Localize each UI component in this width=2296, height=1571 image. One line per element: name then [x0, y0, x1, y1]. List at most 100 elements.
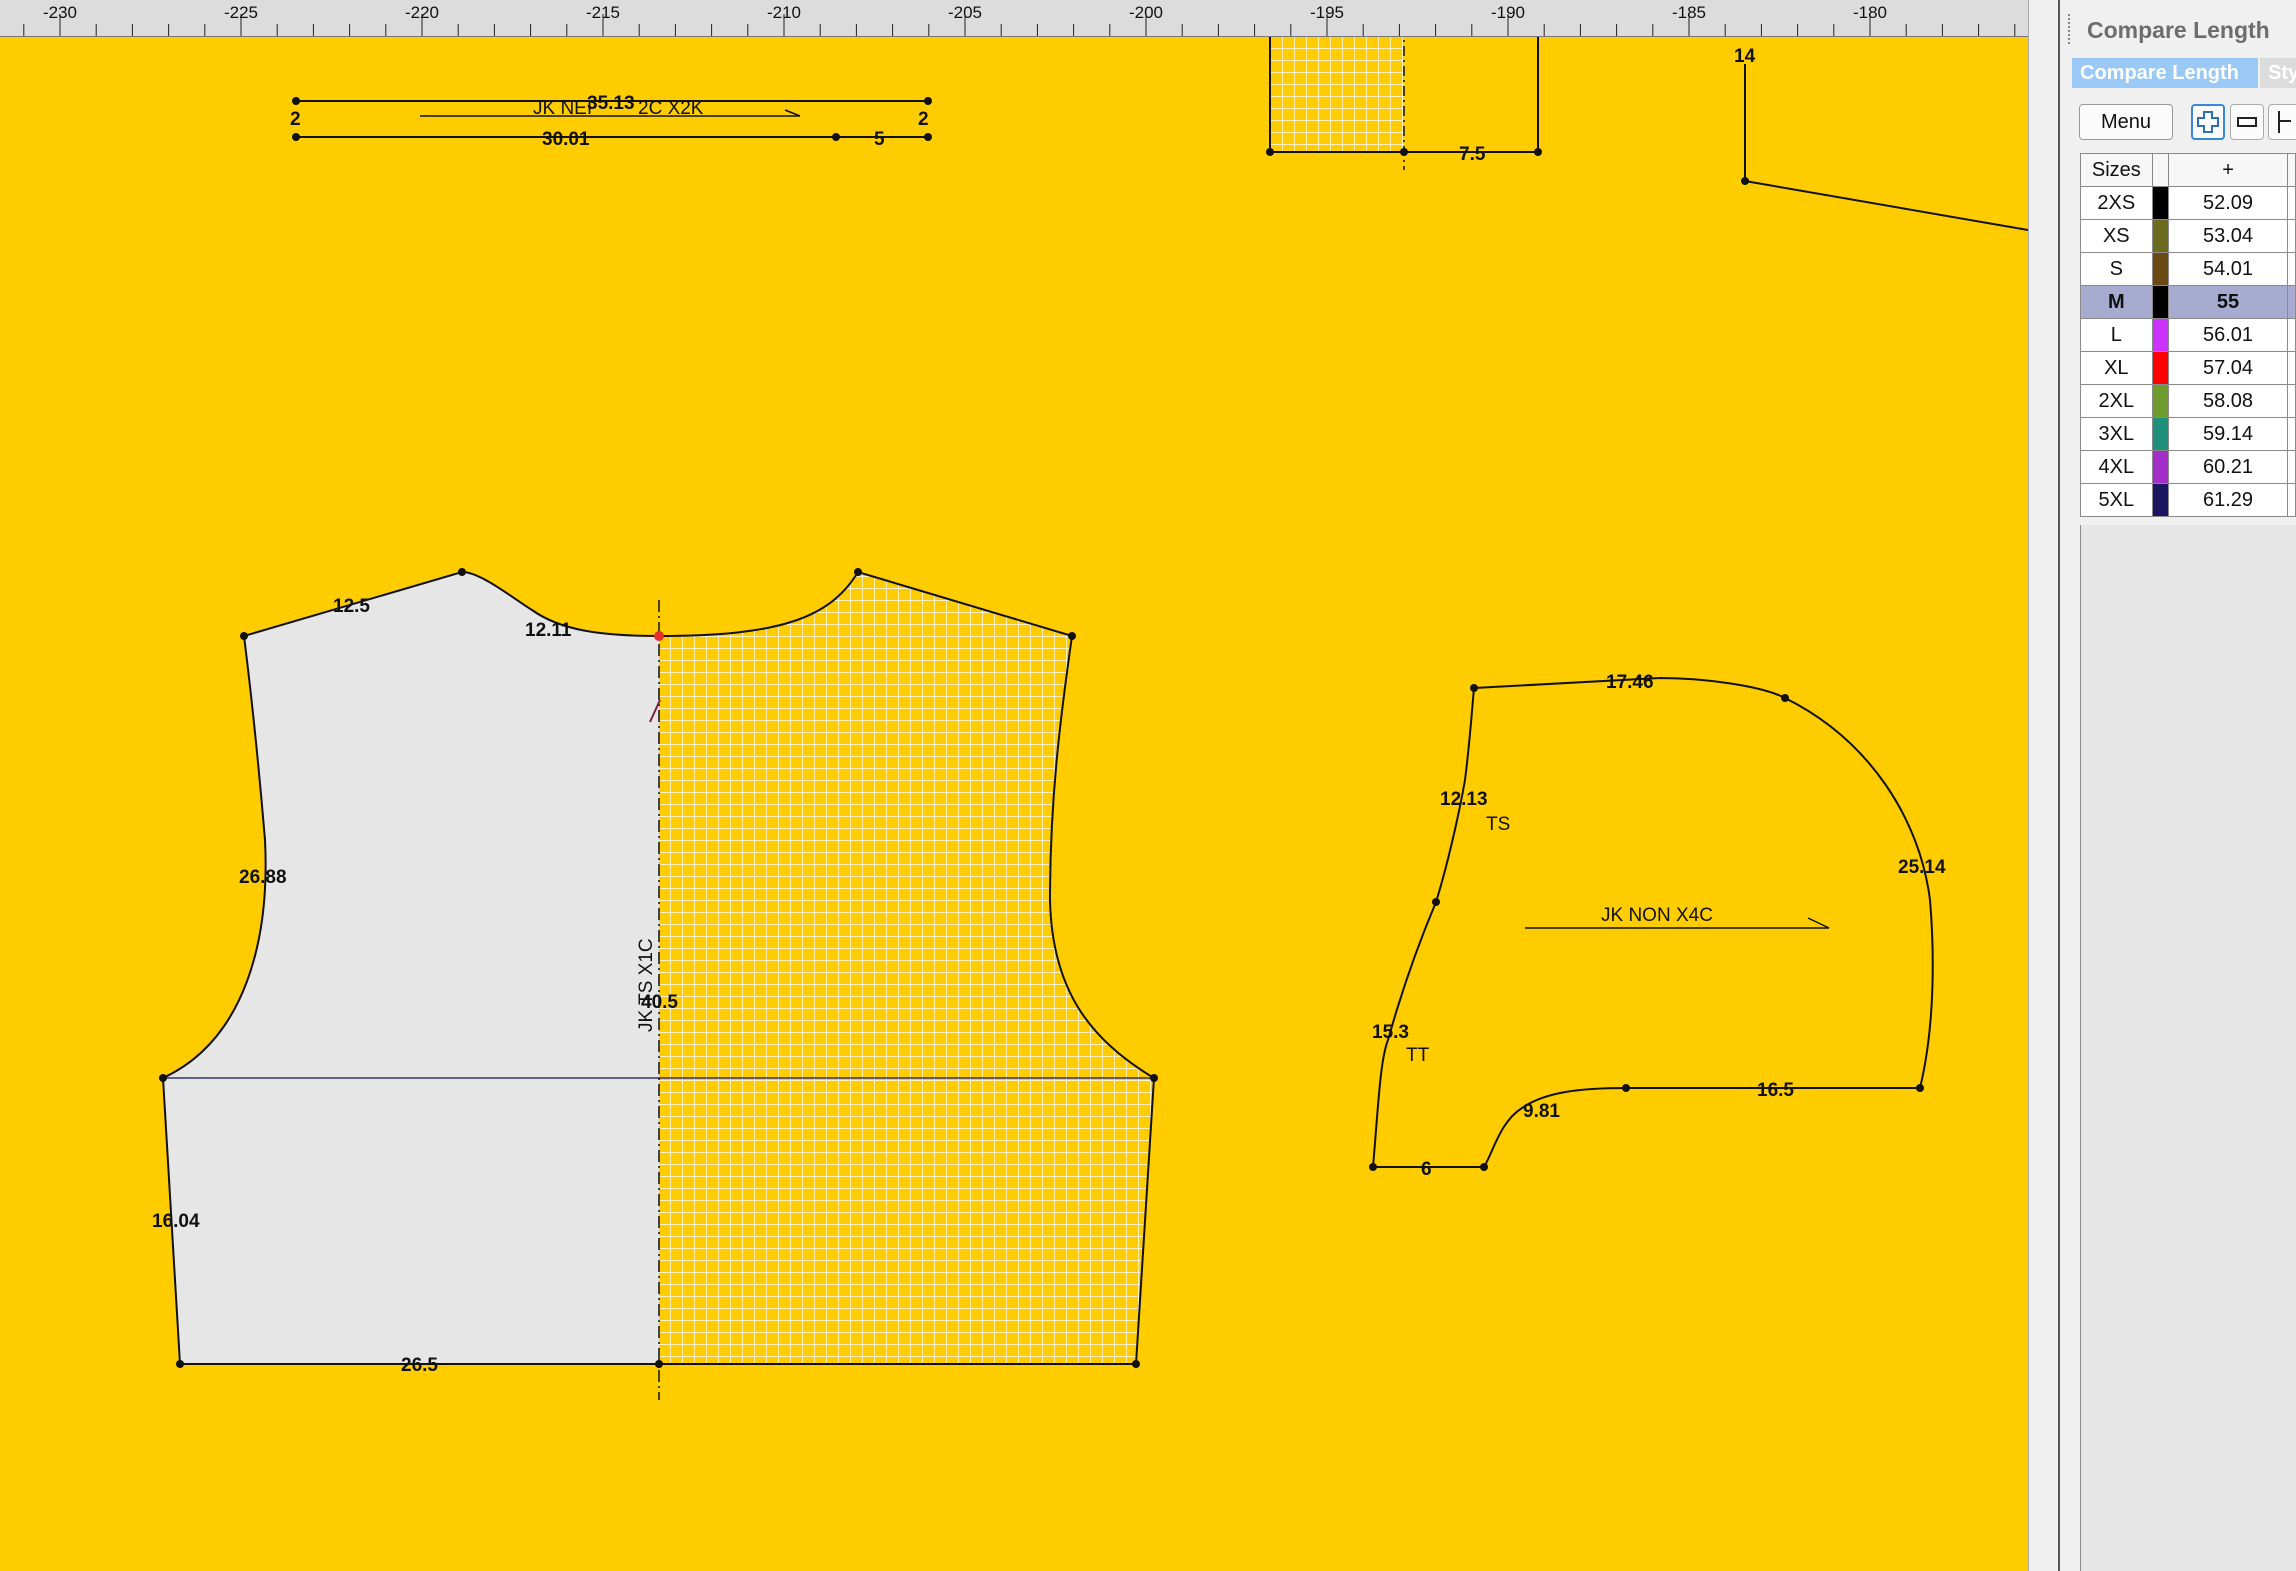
- tab-compare-length[interactable]: Compare Length: [2072, 58, 2258, 88]
- ruler-tick-label: -185: [1671, 3, 1707, 22]
- extra-cell[interactable]: [2287, 417, 2296, 451]
- size-cell[interactable]: 2XL: [2080, 384, 2153, 418]
- extra-cell[interactable]: [2287, 285, 2296, 319]
- dim-label: 14: [1734, 46, 1756, 67]
- note-label: TS: [1486, 814, 1510, 835]
- dim-label: 40.5: [641, 992, 678, 1013]
- ruler-tick-label: -210: [766, 3, 802, 22]
- size-cell[interactable]: XS: [2080, 219, 2153, 253]
- length-value-cell[interactable]: 55: [2167, 285, 2289, 319]
- top-right-piece[interactable]: 14: [1734, 46, 2028, 231]
- add-size-button[interactable]: [2191, 104, 2225, 140]
- top-mid-piece[interactable]: 7.5: [1266, 26, 1542, 170]
- sleeve-piece[interactable]: JK NON X4C 17.46 12.13 25.14 15.3 9.81 1…: [1369, 672, 1946, 1180]
- bodice-piece[interactable]: JK TS X1C 12.5 12.11 26.88 40.5 16.04 26…: [152, 568, 1158, 1400]
- table-header-row: Sizes +: [2080, 153, 2296, 187]
- extra-cell[interactable]: [2287, 450, 2296, 484]
- length-value-cell[interactable]: 52.09: [2167, 186, 2289, 220]
- extra-cell[interactable]: [2287, 483, 2296, 517]
- size-cell[interactable]: XL: [2080, 351, 2153, 385]
- extra-cell[interactable]: [2287, 219, 2296, 253]
- piece-label: JK NON X4C: [1601, 905, 1713, 926]
- column-header[interactable]: [2151, 153, 2169, 187]
- size-cell[interactable]: 5XL: [2080, 483, 2153, 517]
- length-value-cell[interactable]: 56.01: [2167, 318, 2289, 352]
- size-cell[interactable]: L: [2080, 318, 2153, 352]
- size-cell[interactable]: 3XL: [2080, 417, 2153, 451]
- extra-cell[interactable]: [2287, 318, 2296, 352]
- length-value-cell[interactable]: 58.08: [2167, 384, 2289, 418]
- pin-icon: [2278, 111, 2291, 133]
- dim-label: 7.5: [1459, 144, 1486, 165]
- plus-icon: [2197, 111, 2219, 133]
- table-row[interactable]: XL 57.04: [2080, 351, 2296, 385]
- dim-label: 17.46: [1606, 672, 1654, 693]
- length-value-cell[interactable]: 60.21: [2167, 450, 2289, 484]
- pin-tool-button[interactable]: [2268, 104, 2296, 140]
- size-cell[interactable]: M: [2080, 285, 2153, 319]
- table-row[interactable]: 3XL 59.14: [2080, 417, 2296, 451]
- length-value-cell[interactable]: 54.01: [2167, 252, 2289, 286]
- compare-length-panel: Compare Length Compare Length Style Menu…: [2060, 0, 2296, 1571]
- remove-size-button[interactable]: [2230, 104, 2264, 140]
- piece-label: 2C X2K: [638, 98, 704, 119]
- size-color-swatch[interactable]: [2151, 186, 2169, 220]
- size-color-swatch[interactable]: [2151, 384, 2169, 418]
- ruler-tick-label: -180: [1852, 3, 1888, 22]
- pattern-drawing[interactable]: 2 JK NEI 35.13 2C X2K 2 30.01 5 7.5 14 J…: [0, 0, 2028, 1571]
- table-row[interactable]: S 54.01: [2080, 252, 2296, 286]
- extra-cell[interactable]: [2287, 252, 2296, 286]
- tab-style[interactable]: Style: [2260, 58, 2296, 88]
- piece-label: JK NEI: [533, 98, 592, 119]
- menu-button[interactable]: Menu: [2079, 104, 2173, 140]
- piece-label: JK TS X1C: [636, 938, 657, 1032]
- horizontal-ruler[interactable]: -230 -225 -220 -215 -210 -205 -200 -195 -190 -185…: [0, 0, 2028, 37]
- size-color-swatch[interactable]: [2151, 417, 2169, 451]
- panel-title: Compare Length: [2087, 17, 2270, 43]
- dim-label: 25.14: [1898, 857, 1946, 878]
- column-header[interactable]: +: [2167, 153, 2289, 187]
- canvas-scrollbar[interactable]: [2028, 0, 2060, 1571]
- size-color-swatch[interactable]: [2151, 483, 2169, 517]
- size-color-swatch[interactable]: [2151, 351, 2169, 385]
- extra-cell[interactable]: [2287, 384, 2296, 418]
- length-value-cell[interactable]: 53.04: [2167, 219, 2289, 253]
- minus-icon: [2237, 117, 2257, 127]
- pattern-canvas[interactable]: 2 JK NEI 35.13 2C X2K 2 30.01 5 7.5 14 J…: [0, 0, 2028, 1571]
- size-cell[interactable]: 2XS: [2080, 186, 2153, 220]
- dim-label: 26.88: [239, 867, 287, 888]
- column-header[interactable]: Sizes: [2080, 153, 2153, 187]
- length-value-cell[interactable]: 57.04: [2167, 351, 2289, 385]
- table-row[interactable]: 4XL 60.21: [2080, 450, 2296, 484]
- dim-label: 9.81: [1523, 1101, 1560, 1122]
- panel-titlebar[interactable]: Compare Length: [2060, 0, 2296, 58]
- size-color-swatch[interactable]: [2151, 219, 2169, 253]
- size-color-swatch[interactable]: [2151, 252, 2169, 286]
- dim-label: 5: [874, 129, 885, 150]
- size-cell[interactable]: S: [2080, 252, 2153, 286]
- table-row[interactable]: M 55: [2080, 285, 2296, 319]
- table-row[interactable]: 5XL 61.29: [2080, 483, 2296, 517]
- dim-label: 6: [1421, 1159, 1432, 1180]
- length-value-cell[interactable]: 61.29: [2167, 483, 2289, 517]
- column-header[interactable]: [2287, 153, 2296, 187]
- ruler-tick-label: -195: [1309, 3, 1345, 22]
- table-row[interactable]: XS 53.04: [2080, 219, 2296, 253]
- table-row[interactable]: 2XL 58.08: [2080, 384, 2296, 418]
- extra-cell[interactable]: [2287, 186, 2296, 220]
- size-color-swatch[interactable]: [2151, 450, 2169, 484]
- panel-tabs: Compare Length Style: [2072, 58, 2296, 90]
- table-row[interactable]: 2XS 52.09: [2080, 186, 2296, 220]
- length-value-cell[interactable]: 59.14: [2167, 417, 2289, 451]
- size-cell[interactable]: 4XL: [2080, 450, 2153, 484]
- size-color-swatch[interactable]: [2151, 318, 2169, 352]
- table-row[interactable]: L 56.01: [2080, 318, 2296, 352]
- extra-cell[interactable]: [2287, 351, 2296, 385]
- size-color-swatch[interactable]: [2151, 285, 2169, 319]
- ruler-tick-label: -225: [223, 3, 259, 22]
- dim-label: 35.13: [587, 93, 635, 114]
- dim-label: 16.04: [152, 1211, 200, 1232]
- panel-toolbar: Menu: [2060, 96, 2296, 148]
- top-left-piece[interactable]: 2 JK NEI 35.13 2C X2K 2 30.01 5: [290, 93, 932, 150]
- grip-icon[interactable]: [2068, 14, 2074, 44]
